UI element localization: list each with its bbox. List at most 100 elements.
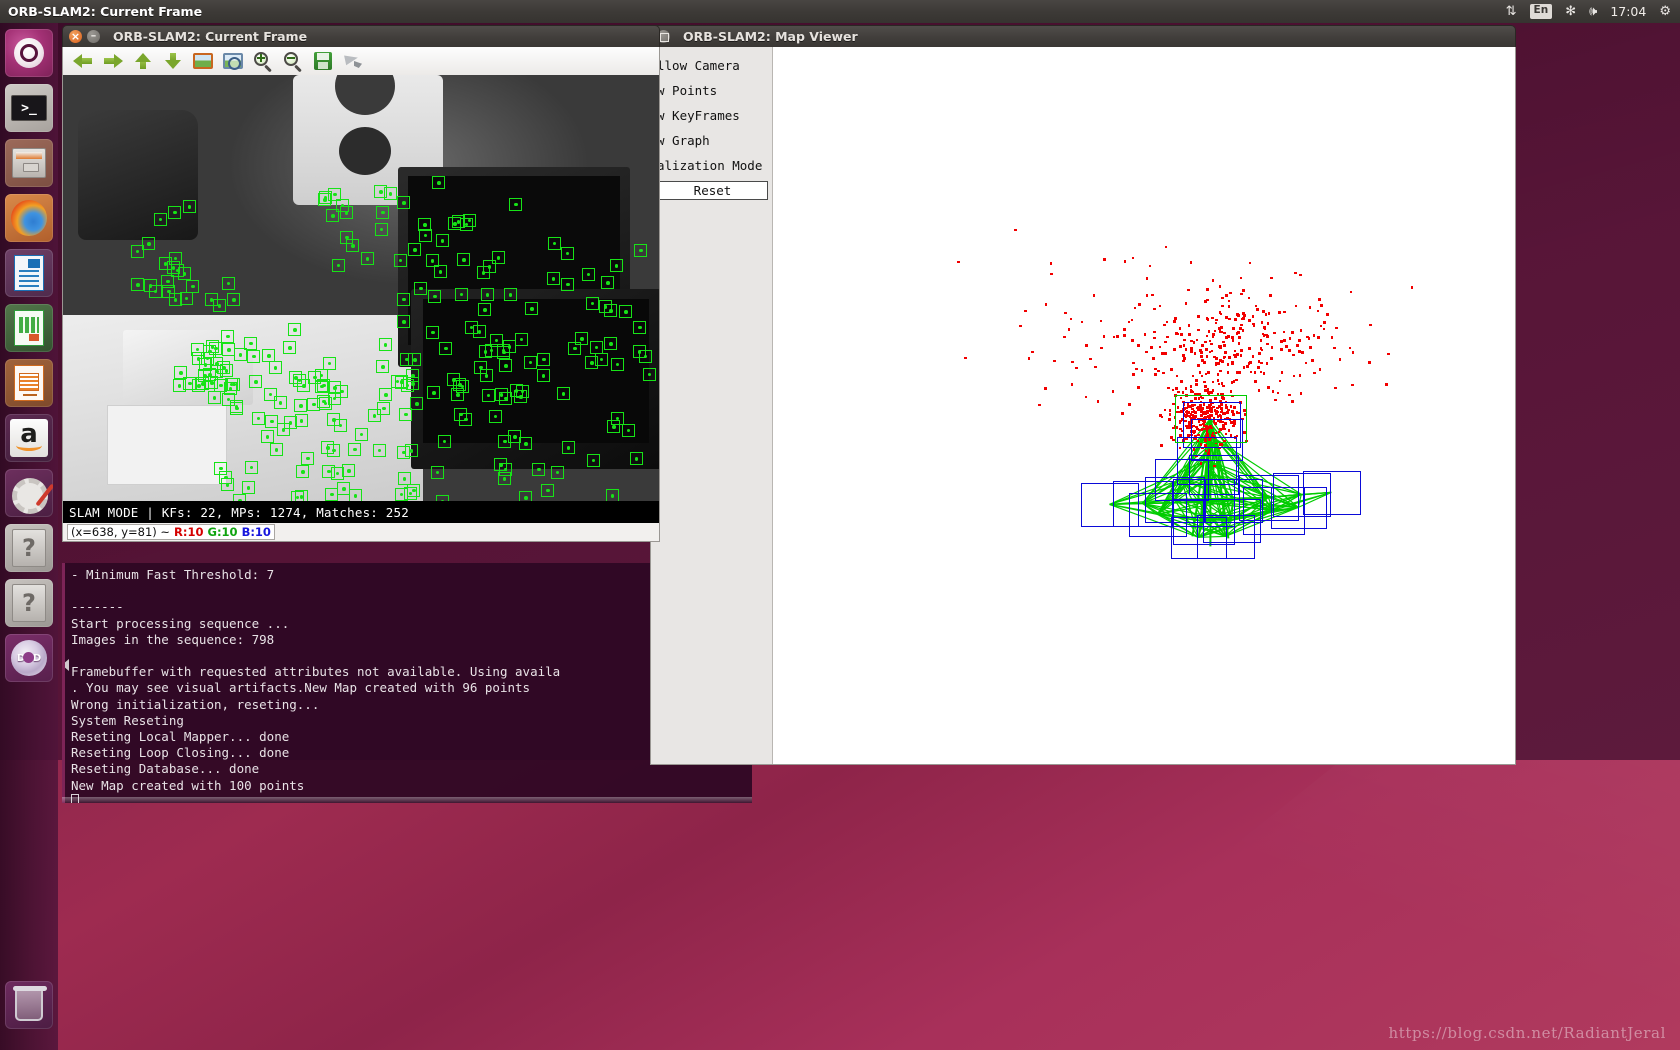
map-point: [1219, 346, 1222, 350]
map-point: [1163, 408, 1167, 412]
orb-keypoint: [325, 487, 339, 501]
launcher-item-firefox[interactable]: [5, 194, 53, 242]
map-point: [1206, 298, 1209, 302]
launcher-item-trash[interactable]: [5, 981, 53, 1029]
orb-keypoint: [241, 481, 255, 495]
launcher-item-amazon[interactable]: a: [5, 414, 53, 462]
orb-keypoint: [335, 384, 349, 398]
brush-icon[interactable]: [341, 50, 365, 72]
launcher-item-terminal[interactable]: >_: [5, 84, 53, 132]
map-point: [1148, 264, 1152, 268]
orb-keypoint: [153, 212, 167, 226]
map-3d-canvas[interactable]: [773, 47, 1515, 764]
map-point: [1049, 262, 1053, 265]
show-points-checkbox[interactable]: w Points: [651, 78, 772, 103]
map-point: [1182, 338, 1186, 342]
current-frame-video[interactable]: SLAM MODE | KFs: 22, MPs: 1274, Matches:…: [62, 75, 660, 523]
map-point: [1204, 385, 1207, 388]
map-point: [1240, 348, 1243, 352]
map-point: [1311, 358, 1314, 362]
map-point: [1280, 348, 1283, 351]
map-viewer-body: llow Camera w Points w KeyFrames w Graph…: [650, 47, 1516, 765]
launcher-item-system-settings[interactable]: [5, 469, 53, 517]
map-point: [1192, 341, 1196, 344]
keyboard-layout-indicator[interactable]: En: [1529, 4, 1553, 19]
map-point: [1349, 290, 1353, 294]
map-viewer-window: ORB-SLAM2: Map Viewer llow Camera w Poin…: [650, 25, 1516, 765]
save-icon[interactable]: [311, 50, 335, 72]
map-point: [1160, 443, 1163, 447]
map-point: [1167, 386, 1170, 390]
minimize-icon[interactable]: [87, 30, 100, 43]
map-point: [1096, 400, 1100, 403]
back-arrow-icon[interactable]: [71, 50, 95, 72]
map-point: [1173, 320, 1176, 323]
map-point: [1308, 306, 1312, 309]
orb-keypoint: [317, 378, 331, 392]
launcher-item-dvd[interactable]: DVD: [5, 634, 53, 682]
map-point: [1168, 409, 1172, 412]
launcher-item-files[interactable]: [5, 139, 53, 187]
map-point: [1038, 403, 1041, 407]
bluetooth-icon[interactable]: ✻: [1565, 5, 1576, 18]
clock[interactable]: 17:04: [1610, 4, 1646, 19]
orb-keypoint: [604, 304, 618, 318]
launcher-item-libreoffice-impress[interactable]: [5, 359, 53, 407]
map-point: [1175, 387, 1178, 390]
orb-keypoint: [509, 197, 523, 211]
current-frame-titlebar[interactable]: ORB-SLAM2: Current Frame: [62, 25, 660, 47]
map-point: [1261, 332, 1265, 336]
orb-keypoint: [532, 462, 546, 476]
launcher-trash-wrapper: [5, 981, 53, 1036]
orb-keypoint: [594, 352, 608, 366]
map-point: [1271, 390, 1275, 393]
image-inspect-icon[interactable]: [221, 50, 245, 72]
show-graph-checkbox[interactable]: w Graph: [651, 128, 772, 153]
down-arrow-icon[interactable]: [161, 50, 185, 72]
image-icon[interactable]: [191, 50, 215, 72]
orb-keypoint: [439, 341, 453, 355]
launcher-item-unknown-app-2[interactable]: ?: [5, 579, 53, 627]
map-point: [1191, 390, 1194, 394]
map-point: [1219, 369, 1222, 373]
up-arrow-icon[interactable]: [131, 50, 155, 72]
orb-keypoint: [251, 411, 265, 425]
map-point: [1330, 336, 1334, 339]
orb-keypoint: [296, 465, 310, 479]
map-point: [1222, 384, 1225, 388]
launcher-item-libreoffice-writer[interactable]: [5, 249, 53, 297]
forward-arrow-icon[interactable]: [101, 50, 125, 72]
orb-keypoint: [586, 453, 600, 467]
terminal-window[interactable]: - Minimum Fast Threshold: 7 ------- Start…: [62, 563, 752, 803]
close-icon[interactable]: [69, 30, 82, 43]
show-keyframes-checkbox[interactable]: w KeyFrames: [651, 103, 772, 128]
map-point: [1226, 371, 1230, 374]
map-point: [1099, 319, 1103, 323]
volume-icon[interactable]: 🕪: [1589, 5, 1597, 18]
orb-keypoint: [426, 325, 440, 339]
launcher-item-libreoffice-calc[interactable]: [5, 304, 53, 352]
orb-keypoint: [604, 337, 618, 351]
map-viewer-titlebar[interactable]: ORB-SLAM2: Map Viewer: [650, 25, 1516, 47]
map-point: [1334, 386, 1338, 390]
follow-camera-checkbox[interactable]: llow Camera: [651, 53, 772, 78]
orb-keypoint: [519, 437, 533, 451]
orb-keypoint: [219, 470, 233, 484]
gear-power-icon[interactable]: ⚙: [1659, 5, 1671, 18]
orb-keypoint: [609, 259, 623, 273]
orb-keypoint: [395, 375, 409, 389]
zoom-in-icon[interactable]: [251, 50, 275, 73]
map-point: [1131, 339, 1134, 342]
map-point: [1227, 335, 1230, 338]
map-point: [1247, 362, 1251, 365]
map-point: [1218, 285, 1222, 288]
localization-mode-checkbox[interactable]: alization Mode: [651, 153, 772, 178]
firefox-icon: [11, 200, 47, 236]
map-point: [1075, 366, 1078, 370]
zoom-out-icon[interactable]: [281, 50, 305, 73]
map-point: [1219, 312, 1223, 316]
network-updown-icon[interactable]: ⇅: [1506, 5, 1517, 18]
launcher-item-unknown-app-1[interactable]: ?: [5, 524, 53, 572]
reset-button[interactable]: Reset: [657, 181, 768, 200]
launcher-item-ubuntu-dash[interactable]: [5, 29, 53, 77]
